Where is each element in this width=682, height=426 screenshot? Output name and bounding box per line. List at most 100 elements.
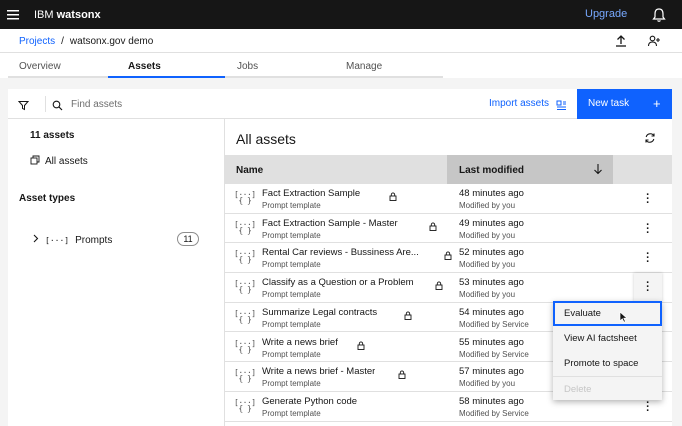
new-task-button[interactable]: New task +	[577, 89, 672, 119]
table-header: Name Last modified	[225, 155, 672, 184]
asset-filter-sidebar: 11 assets All assets Asset types [···] P…	[8, 119, 225, 426]
menu-item-view-ai-factsheet[interactable]: View AI factsheet	[553, 326, 662, 351]
prompts-count-badge: 11	[177, 232, 199, 246]
last-modified-time: 52 minutes ago	[459, 247, 524, 259]
row-overflow-menu: Evaluate View AI factsheet Promote to sp…	[553, 301, 662, 400]
overflow-menu-icon[interactable]: ···	[644, 249, 652, 268]
asset-type: Prompt template	[262, 379, 321, 389]
asset-name-link[interactable]: Summarize Legal contracts	[262, 307, 377, 318]
column-header-name[interactable]: Name	[236, 165, 263, 176]
toolbar-divider	[45, 96, 46, 112]
tab-manage[interactable]: Manage	[335, 53, 443, 78]
overflow-menu-icon[interactable]: ···	[634, 273, 662, 303]
modified-by: Modified by you	[459, 379, 516, 389]
modified-by: Modified by Service	[459, 349, 529, 359]
lock-icon	[444, 247, 452, 265]
lock-icon	[435, 277, 443, 295]
prompt-template-icon: [···] { }	[234, 397, 256, 413]
last-modified-time: 49 minutes ago	[459, 217, 524, 229]
filter-icon[interactable]	[17, 98, 30, 116]
prompt-template-icon: [···]	[45, 235, 70, 245]
new-task-label: New task	[588, 98, 630, 109]
modified-by: Modified by you	[459, 230, 516, 240]
table-row[interactable]: [···] { } Classify as a Question or a Pro…	[225, 273, 672, 303]
brand-name: watsonx	[56, 8, 101, 21]
tab-overview[interactable]: Overview	[8, 53, 108, 78]
asset-name-link[interactable]: Write a news brief	[262, 337, 338, 348]
project-tabs: Overview Assets Jobs Manage	[0, 53, 682, 78]
asset-name-link[interactable]: Fact Extraction Sample	[262, 188, 360, 199]
share-upload-icon[interactable]	[614, 34, 628, 48]
prompt-template-icon: [···] { }	[234, 368, 256, 384]
overflow-menu-icon[interactable]: ···	[644, 190, 652, 209]
sidebar-item-label: All assets	[45, 156, 88, 167]
notification-bell-icon[interactable]	[650, 6, 668, 24]
tab-assets[interactable]: Assets	[108, 53, 225, 78]
breadcrumb-projects-link[interactable]: Projects	[19, 36, 55, 47]
refresh-icon[interactable]	[644, 131, 656, 149]
last-modified-time: 53 minutes ago	[459, 277, 524, 289]
asset-type: Prompt template	[262, 408, 321, 418]
sidebar-item-prompts[interactable]: [···] Prompts	[32, 234, 112, 246]
last-modified-time: 48 minutes ago	[459, 188, 524, 199]
last-modified-time: 55 minutes ago	[459, 336, 524, 348]
search-input[interactable]	[71, 94, 271, 114]
asset-name-link[interactable]: Generate Python code	[262, 396, 357, 407]
modified-by: Modified by you	[459, 201, 516, 210]
table-row[interactable]: [···] { } Fact Extraction Sample Prompt te…	[225, 184, 672, 214]
overflow-menu-icon[interactable]: ···	[644, 219, 652, 238]
last-modified-time: 57 minutes ago	[459, 366, 524, 378]
lock-icon	[398, 366, 406, 384]
sidebar-item-all-assets[interactable]: All assets	[30, 155, 88, 168]
modified-by: Modified by Service	[459, 408, 529, 418]
lock-icon	[404, 307, 412, 325]
asset-name-link[interactable]: Fact Extraction Sample - Master	[262, 218, 398, 229]
table-row[interactable]: [···] { } Rental Car reviews - Bussiness …	[225, 243, 672, 274]
table-row[interactable]: [···] { } Fact Extraction Sample - Master…	[225, 213, 672, 244]
column-header-last-modified[interactable]: Last modified	[447, 155, 613, 184]
plus-icon: +	[653, 96, 661, 111]
last-modified-time: 58 minutes ago	[459, 395, 524, 407]
asset-type: Prompt template	[262, 230, 321, 240]
brand-prefix: IBM	[34, 8, 54, 21]
tab-jobs[interactable]: Jobs	[225, 53, 335, 78]
import-assets-button[interactable]: Import assets	[489, 98, 549, 109]
breadcrumb: Projects / watsonx.gov demo	[19, 36, 153, 47]
column-header-label: Last modified	[459, 165, 525, 176]
prompt-template-icon: [···] { }	[234, 190, 256, 205]
asset-type: Prompt template	[262, 260, 321, 270]
sidebar-item-label: Prompts	[75, 234, 113, 246]
lock-icon	[357, 337, 365, 355]
breadcrumb-current: watsonx.gov demo	[69, 36, 154, 47]
upgrade-link[interactable]: Upgrade	[585, 8, 627, 20]
modified-by: Modified by Service	[459, 319, 529, 329]
hamburger-menu-icon[interactable]	[0, 0, 26, 29]
sort-descending-arrow-icon[interactable]	[593, 163, 603, 178]
search-icon	[52, 98, 63, 116]
asset-count: 11 assets	[30, 130, 75, 141]
prompt-template-icon: [···] { }	[234, 308, 256, 324]
overflow-menu-icon[interactable]: ···	[644, 397, 652, 416]
prompt-template-icon: [···] { }	[234, 219, 256, 235]
mouse-pointer-icon	[619, 310, 628, 328]
asset-name-link[interactable]: Write a news brief - Master	[262, 366, 375, 377]
asset-name-link[interactable]: Classify as a Question or a Problem	[262, 277, 414, 288]
lock-icon	[389, 188, 397, 206]
top-navigation-bar: IBM watsonx Upgrade	[0, 0, 682, 29]
assets-toolbar: Import assets New task +	[8, 89, 672, 119]
product-name[interactable]: IBM watsonx	[34, 9, 101, 21]
chevron-right-icon[interactable]	[32, 234, 39, 246]
menu-item-delete[interactable]: Delete	[553, 376, 662, 401]
breadcrumb-separator: /	[61, 36, 64, 47]
add-collaborator-icon[interactable]	[647, 34, 661, 48]
asset-type: Prompt template	[262, 290, 321, 300]
copy-stack-icon	[30, 155, 40, 168]
menu-item-promote-to-space[interactable]: Promote to space	[553, 351, 662, 376]
breadcrumb-bar: Projects / watsonx.gov demo	[0, 29, 682, 53]
import-icon[interactable]	[556, 98, 567, 116]
asset-type: Prompt template	[262, 349, 321, 359]
asset-types-heading: Asset types	[19, 193, 76, 204]
menu-item-evaluate[interactable]: Evaluate	[553, 301, 662, 326]
prompt-template-icon: [···] { }	[234, 249, 256, 265]
asset-name-link[interactable]: Rental Car reviews - Bussiness Are...	[262, 247, 419, 258]
